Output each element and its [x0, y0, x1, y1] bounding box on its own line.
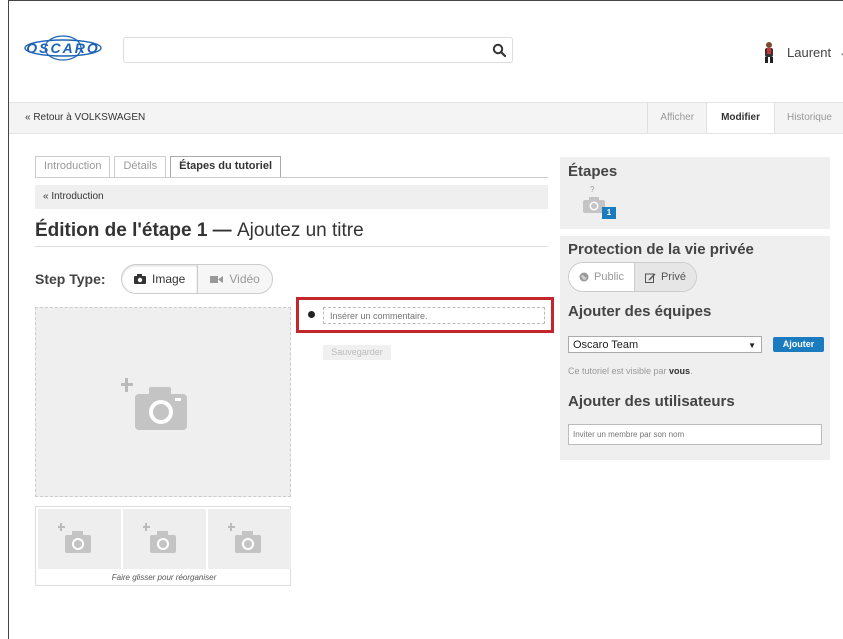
reorder-hint: Faire glisser pour réorganiser [111, 573, 217, 582]
view-tabs: Afficher Modifier Historique [647, 103, 843, 133]
search-box[interactable] [123, 37, 513, 63]
page-title: Édition de l'étape 1 — Ajoutez un titre [35, 220, 364, 242]
page-title-separator: — [207, 220, 237, 241]
edit-icon [644, 273, 656, 283]
title-divider [35, 246, 548, 247]
team-select-value: Oscaro Team [573, 339, 639, 351]
step-type-label: Step Type: [35, 271, 106, 287]
privacy-title: Protection de la vie privée [568, 241, 754, 258]
breadcrumb[interactable]: « Introduction [35, 185, 548, 209]
step-type-image-label: Image [152, 272, 186, 286]
camera-icon [134, 274, 146, 284]
tab-modifier[interactable]: Modifier [706, 103, 774, 133]
teams-title: Ajouter des équipes [568, 303, 712, 320]
tabs-divider [35, 177, 548, 178]
top-bar: OSCARO Laurent ⌄ [9, 1, 843, 101]
add-photo-icon [228, 523, 261, 553]
editor-tabs: Introduction Détails Étapes du tutoriel [35, 156, 285, 177]
comment-highlight [296, 297, 554, 333]
privacy-private-button[interactable]: Privé [633, 263, 697, 291]
step-type-toggle: Image Vidéo [121, 264, 273, 294]
step-thumbnail[interactable]: ? 1 [570, 185, 618, 219]
invite-user-input[interactable] [568, 424, 822, 445]
tab-introduction[interactable]: Introduction [35, 156, 111, 177]
avatar[interactable] [761, 41, 777, 63]
video-icon [210, 275, 224, 283]
back-link[interactable]: « Retour à VOLKSWAGEN [25, 112, 145, 123]
tab-historique[interactable]: Historique [773, 103, 843, 133]
step-type-image-button[interactable]: Image [122, 265, 199, 293]
add-photo-icon [143, 523, 176, 553]
user-name[interactable]: Laurent [787, 45, 831, 60]
globe-icon [579, 272, 589, 282]
thumbnail-slot[interactable] [208, 509, 291, 569]
privacy-public-button[interactable]: Public [569, 263, 634, 291]
team-select[interactable]: Oscaro Team ▼ [568, 336, 762, 353]
visibility-prefix: Ce tutoriel est visible par [568, 366, 670, 376]
user-menu[interactable]: Laurent ⌄ [761, 41, 843, 63]
step-thumb-question: ? [590, 185, 595, 194]
thumbnail-slot[interactable] [123, 509, 206, 569]
visibility-suffix: . [690, 366, 693, 376]
privacy-toggle: Public Privé [568, 262, 698, 292]
tab-details[interactable]: Détails [114, 156, 167, 177]
chevron-down-icon[interactable]: ⌄ [839, 46, 843, 59]
logo-wordmark: OSCARO [26, 40, 99, 56]
comment-input[interactable] [323, 307, 545, 324]
users-title: Ajouter des utilisateurs [568, 393, 735, 410]
visibility-note: Ce tutoriel est visible par vous. [568, 366, 693, 376]
chevron-down-icon: ▼ [748, 341, 756, 350]
page-title-main: Édition de l'étape 1 [35, 220, 208, 241]
browser-frame: OSCARO Laurent ⌄ « Retour à VOLKSWAGEN [8, 0, 843, 639]
steps-panel: Étapes ? 1 [560, 157, 830, 229]
step-title-placeholder[interactable]: Ajoutez un titre [237, 220, 364, 241]
add-photo-icon [58, 523, 91, 553]
privacy-public-label: Public [594, 271, 624, 283]
privacy-private-label: Privé [660, 271, 687, 283]
search-input[interactable] [130, 39, 484, 63]
tab-etapes[interactable]: Étapes du tutoriel [170, 156, 282, 177]
step-number-badge: 1 [602, 207, 616, 219]
oscaro-logo[interactable]: OSCARO [23, 35, 103, 61]
bullet-icon [308, 311, 315, 318]
privacy-panel: Protection de la vie privée Public Privé… [560, 236, 830, 460]
step-type-video-button[interactable]: Vidéo [198, 265, 271, 293]
search-icon[interactable] [492, 43, 506, 57]
tab-afficher[interactable]: Afficher [647, 103, 706, 133]
visibility-who: vous [669, 366, 691, 376]
add-team-button[interactable]: Ajouter [773, 337, 824, 352]
sub-navigation: « Retour à VOLKSWAGEN Afficher Modifier … [9, 102, 843, 134]
main-image-dropzone[interactable] [35, 307, 291, 497]
thumbnail-strip: Faire glisser pour réorganiser [35, 506, 291, 586]
save-button[interactable]: Sauvegarder [323, 345, 391, 360]
add-photo-icon[interactable] [121, 372, 201, 432]
thumbnail-slot[interactable] [38, 509, 121, 569]
step-type-video-label: Vidéo [229, 272, 260, 286]
steps-title: Étapes [568, 163, 618, 180]
